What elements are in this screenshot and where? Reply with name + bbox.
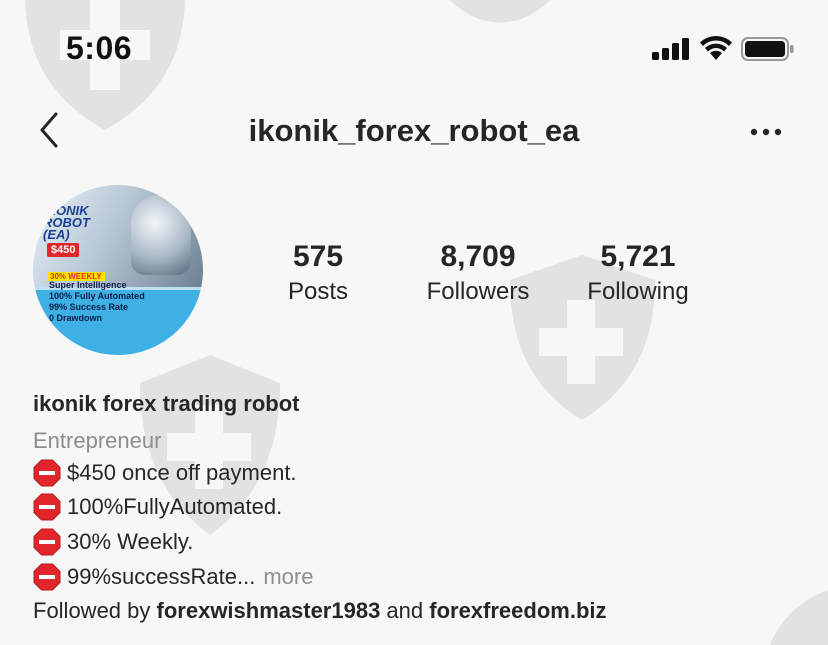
avatar-feature-list: Super Intelligence 100% Fully Automated … — [49, 280, 145, 323]
bio-line: 99%successRate... more — [33, 563, 313, 591]
more-options-icon[interactable] — [748, 124, 784, 140]
stop-sign-icon — [33, 528, 61, 556]
bio-line: 30% Weekly. — [33, 528, 193, 556]
battery-icon — [741, 37, 794, 61]
stop-sign-icon — [33, 563, 61, 591]
followed-by-text: Followed by forexwishmaster1983 and fore… — [33, 598, 607, 623]
watermark-shield-icon — [770, 590, 828, 645]
cellular-signal-icon — [652, 38, 689, 60]
avatar-price-tag: $450 — [47, 243, 80, 257]
followers-stat[interactable]: 8,709 Followers — [414, 240, 542, 306]
profile-username-title: ikonik_forex_robot_ea — [248, 113, 580, 148]
avatar-brand-text: IKONIK ROBOT (EA) — [43, 203, 90, 242]
profile-avatar[interactable]: IKONIK ROBOT (EA) $450 30% WEEKLY Super … — [33, 185, 203, 355]
profile-display-name: ikonik forex trading robot — [33, 391, 300, 416]
followers-count: 8,709 — [440, 240, 516, 273]
bio-line: $450 once off payment. — [33, 459, 297, 487]
bio-more-link[interactable]: more — [263, 564, 313, 590]
stop-sign-icon — [33, 493, 61, 521]
avatar-robot-image — [131, 195, 191, 275]
bio-line: 100%FullyAutomated. — [33, 493, 282, 521]
profile-category: Entrepreneur — [33, 428, 162, 453]
followers-label: Followers — [426, 278, 530, 305]
following-stat[interactable]: 5,721 Following — [574, 240, 702, 306]
followed-by-user-link[interactable]: forexfreedom.biz — [429, 598, 606, 623]
wifi-icon — [700, 36, 732, 60]
followed-by-user-link[interactable]: forexwishmaster1983 — [157, 598, 381, 623]
status-bar: 5:06 — [0, 0, 828, 100]
posts-count: 575 — [292, 240, 344, 273]
following-count: 5,721 — [600, 240, 676, 273]
stop-sign-icon — [33, 459, 61, 487]
status-time: 5:06 — [66, 30, 133, 66]
posts-stat[interactable]: 575 Posts — [268, 240, 368, 306]
posts-label: Posts — [287, 278, 349, 305]
following-label: Following — [587, 278, 689, 305]
